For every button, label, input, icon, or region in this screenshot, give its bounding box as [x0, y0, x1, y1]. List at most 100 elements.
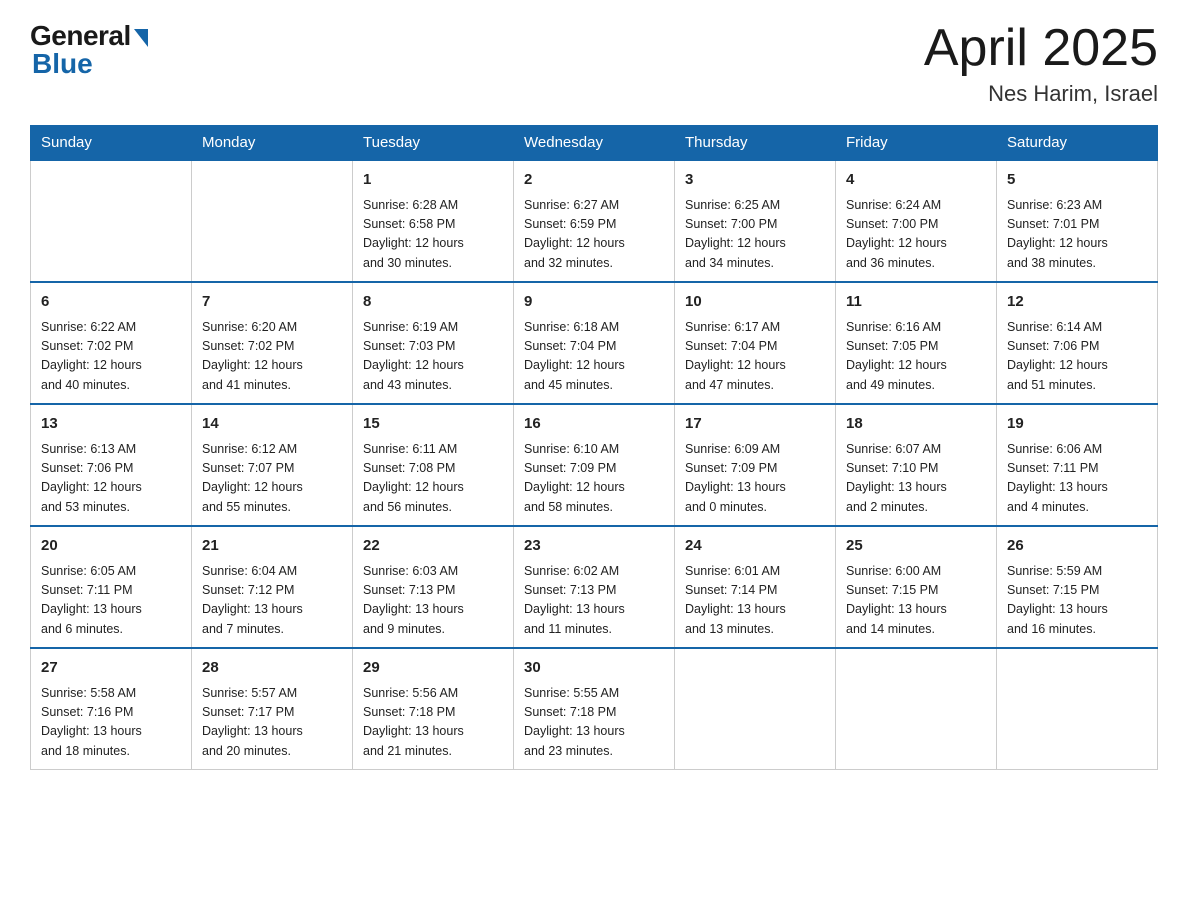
title-block: April 2025 Nes Harim, Israel	[924, 20, 1158, 107]
calendar-cell: 10 Sunrise: 6:17 AMSunset: 7:04 PMDayligh…	[675, 282, 836, 404]
day-number: 23	[524, 535, 664, 558]
calendar-cell: 20Sunrise: 6:05 AMSunset: 7:11 PMDayligh…	[31, 526, 192, 648]
day-info: Sunrise: 6:10 AMSunset: 7:09 PMDaylight:…	[524, 440, 664, 518]
day-info: Sunrise: 6:19 AMSunset: 7:03 PMDaylight:…	[363, 318, 503, 396]
calendar-header-tuesday: Tuesday	[353, 126, 514, 161]
day-info: Sunrise: 6:09 AMSunset: 7:09 PMDaylight:…	[685, 440, 825, 518]
day-info: Sunrise: 6:18 AMSunset: 7:04 PMDaylight:…	[524, 318, 664, 396]
page-header: General Blue April 2025 Nes Harim, Israe…	[30, 20, 1158, 107]
calendar-cell	[997, 648, 1158, 770]
day-info: Sunrise: 6:03 AMSunset: 7:13 PMDaylight:…	[363, 562, 503, 640]
calendar-header-wednesday: Wednesday	[514, 126, 675, 161]
calendar-week-row: 20Sunrise: 6:05 AMSunset: 7:11 PMDayligh…	[31, 526, 1158, 648]
calendar-cell: 15 Sunrise: 6:11 AMSunset: 7:08 PMDayligh…	[353, 404, 514, 526]
calendar-cell	[192, 160, 353, 282]
day-number: 12	[1007, 291, 1147, 314]
day-number: 16	[524, 413, 664, 436]
calendar-header-sunday: Sunday	[31, 126, 192, 161]
day-number: 14	[202, 413, 342, 436]
day-number: 7	[202, 291, 342, 314]
calendar-cell: 9 Sunrise: 6:18 AMSunset: 7:04 PMDaylight…	[514, 282, 675, 404]
day-info: Sunrise: 6:28 AMSunset: 6:58 PMDaylight:…	[363, 196, 503, 274]
calendar-cell: 23 Sunrise: 6:02 AMSunset: 7:13 PMDayligh…	[514, 526, 675, 648]
calendar-cell: 4 Sunrise: 6:24 AMSunset: 7:00 PMDaylight…	[836, 160, 997, 282]
day-number: 1	[363, 169, 503, 192]
day-info: Sunrise: 6:02 AMSunset: 7:13 PMDaylight:…	[524, 562, 664, 640]
day-number: 9	[524, 291, 664, 314]
logo: General Blue	[30, 20, 148, 80]
day-number: 3	[685, 169, 825, 192]
day-info: Sunrise: 6:13 AMSunset: 7:06 PMDaylight:…	[41, 440, 181, 518]
calendar-cell	[836, 648, 997, 770]
day-number: 4	[846, 169, 986, 192]
calendar-cell: 3Sunrise: 6:25 AMSunset: 7:00 PMDaylight…	[675, 160, 836, 282]
day-number: 29	[363, 657, 503, 680]
day-number: 5	[1007, 169, 1147, 192]
calendar-week-row: 13 Sunrise: 6:13 AMSunset: 7:06 PMDayligh…	[31, 404, 1158, 526]
calendar-week-row: 6 Sunrise: 6:22 AMSunset: 7:02 PMDaylight…	[31, 282, 1158, 404]
day-number: 6	[41, 291, 181, 314]
day-info: Sunrise: 6:24 AMSunset: 7:00 PMDaylight:…	[846, 196, 986, 274]
day-number: 26	[1007, 535, 1147, 558]
day-info: Sunrise: 6:14 AMSunset: 7:06 PMDaylight:…	[1007, 318, 1147, 396]
day-info: Sunrise: 6:17 AMSunset: 7:04 PMDaylight:…	[685, 318, 825, 396]
calendar-cell: 17Sunrise: 6:09 AMSunset: 7:09 PMDayligh…	[675, 404, 836, 526]
day-info: Sunrise: 6:00 AMSunset: 7:15 PMDaylight:…	[846, 562, 986, 640]
day-number: 21	[202, 535, 342, 558]
day-info: Sunrise: 6:05 AMSunset: 7:11 PMDaylight:…	[41, 562, 181, 640]
day-number: 13	[41, 413, 181, 436]
calendar-cell: 1 Sunrise: 6:28 AMSunset: 6:58 PMDaylight…	[353, 160, 514, 282]
day-info: Sunrise: 6:23 AMSunset: 7:01 PMDaylight:…	[1007, 196, 1147, 274]
day-info: Sunrise: 6:12 AMSunset: 7:07 PMDaylight:…	[202, 440, 342, 518]
day-number: 19	[1007, 413, 1147, 436]
calendar-cell: 24Sunrise: 6:01 AMSunset: 7:14 PMDayligh…	[675, 526, 836, 648]
calendar-cell: 2 Sunrise: 6:27 AMSunset: 6:59 PMDaylight…	[514, 160, 675, 282]
day-info: Sunrise: 6:07 AMSunset: 7:10 PMDaylight:…	[846, 440, 986, 518]
calendar-header-saturday: Saturday	[997, 126, 1158, 161]
day-info: Sunrise: 6:11 AMSunset: 7:08 PMDaylight:…	[363, 440, 503, 518]
day-info: Sunrise: 6:06 AMSunset: 7:11 PMDaylight:…	[1007, 440, 1147, 518]
day-number: 2	[524, 169, 664, 192]
logo-blue-text: Blue	[32, 48, 93, 80]
day-info: Sunrise: 5:57 AMSunset: 7:17 PMDaylight:…	[202, 684, 342, 762]
calendar-week-row: 1 Sunrise: 6:28 AMSunset: 6:58 PMDaylight…	[31, 160, 1158, 282]
day-info: Sunrise: 6:16 AMSunset: 7:05 PMDaylight:…	[846, 318, 986, 396]
day-info: Sunrise: 6:27 AMSunset: 6:59 PMDaylight:…	[524, 196, 664, 274]
day-number: 27	[41, 657, 181, 680]
day-info: Sunrise: 5:55 AMSunset: 7:18 PMDaylight:…	[524, 684, 664, 762]
day-info: Sunrise: 6:04 AMSunset: 7:12 PMDaylight:…	[202, 562, 342, 640]
day-info: Sunrise: 6:22 AMSunset: 7:02 PMDaylight:…	[41, 318, 181, 396]
day-number: 30	[524, 657, 664, 680]
calendar-cell: 30 Sunrise: 5:55 AMSunset: 7:18 PMDayligh…	[514, 648, 675, 770]
calendar-cell: 19 Sunrise: 6:06 AMSunset: 7:11 PMDayligh…	[997, 404, 1158, 526]
calendar-cell: 28 Sunrise: 5:57 AMSunset: 7:17 PMDayligh…	[192, 648, 353, 770]
calendar-cell: 21 Sunrise: 6:04 AMSunset: 7:12 PMDayligh…	[192, 526, 353, 648]
day-number: 10	[685, 291, 825, 314]
calendar-cell: 13 Sunrise: 6:13 AMSunset: 7:06 PMDayligh…	[31, 404, 192, 526]
day-info: Sunrise: 6:01 AMSunset: 7:14 PMDaylight:…	[685, 562, 825, 640]
logo-arrow-icon	[134, 29, 148, 47]
day-number: 15	[363, 413, 503, 436]
day-number: 28	[202, 657, 342, 680]
calendar-cell: 12 Sunrise: 6:14 AMSunset: 7:06 PMDayligh…	[997, 282, 1158, 404]
calendar-header-friday: Friday	[836, 126, 997, 161]
calendar-cell	[31, 160, 192, 282]
calendar-cell: 14 Sunrise: 6:12 AMSunset: 7:07 PMDayligh…	[192, 404, 353, 526]
calendar-cell: 29Sunrise: 5:56 AMSunset: 7:18 PMDayligh…	[353, 648, 514, 770]
calendar-cell: 8 Sunrise: 6:19 AMSunset: 7:03 PMDaylight…	[353, 282, 514, 404]
calendar-cell: 5 Sunrise: 6:23 AMSunset: 7:01 PMDaylight…	[997, 160, 1158, 282]
day-number: 22	[363, 535, 503, 558]
calendar-week-row: 27 Sunrise: 5:58 AMSunset: 7:16 PMDayligh…	[31, 648, 1158, 770]
calendar-header-row: SundayMondayTuesdayWednesdayThursdayFrid…	[31, 126, 1158, 161]
calendar-header-monday: Monday	[192, 126, 353, 161]
location-label: Nes Harim, Israel	[924, 81, 1158, 107]
calendar-cell: 11Sunrise: 6:16 AMSunset: 7:05 PMDayligh…	[836, 282, 997, 404]
day-number: 8	[363, 291, 503, 314]
calendar-cell: 6 Sunrise: 6:22 AMSunset: 7:02 PMDaylight…	[31, 282, 192, 404]
month-title: April 2025	[924, 20, 1158, 77]
day-info: Sunrise: 5:58 AMSunset: 7:16 PMDaylight:…	[41, 684, 181, 762]
calendar-cell: 27 Sunrise: 5:58 AMSunset: 7:16 PMDayligh…	[31, 648, 192, 770]
calendar-cell: 26Sunrise: 5:59 AMSunset: 7:15 PMDayligh…	[997, 526, 1158, 648]
calendar-cell: 18Sunrise: 6:07 AMSunset: 7:10 PMDayligh…	[836, 404, 997, 526]
day-info: Sunrise: 6:20 AMSunset: 7:02 PMDaylight:…	[202, 318, 342, 396]
